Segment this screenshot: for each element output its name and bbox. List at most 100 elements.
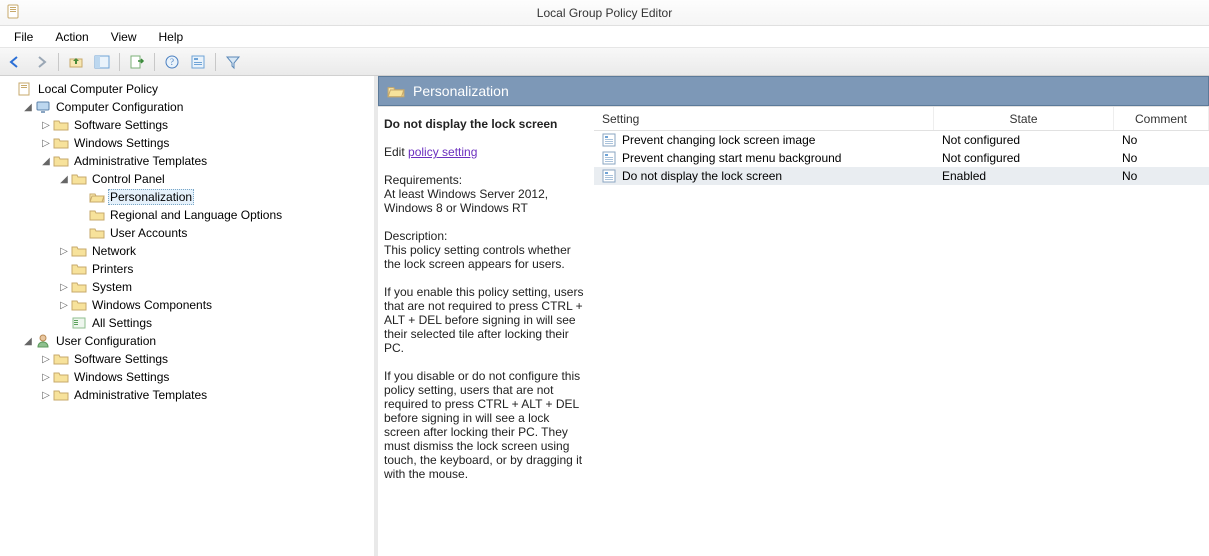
description-paragraph: If you enable this policy setting, users… (384, 285, 584, 355)
folder-open-icon (89, 189, 105, 205)
properties-button[interactable] (187, 51, 209, 73)
expand-icon[interactable]: ▷ (58, 245, 70, 257)
content-title: Personalization (413, 83, 509, 99)
menu-action[interactable]: Action (45, 28, 98, 46)
tree-label: Software Settings (72, 352, 170, 366)
folder-icon (71, 171, 87, 187)
tree-windows-settings[interactable]: ▷ Windows Settings (40, 134, 374, 152)
folder-icon (89, 207, 105, 223)
window-title: Local Group Policy Editor (537, 6, 672, 20)
tree-uc-admin-templates[interactable]: ▷ Administrative Templates (40, 386, 374, 404)
expand-icon[interactable]: ▷ (40, 119, 52, 131)
tree-label: Local Computer Policy (36, 82, 160, 96)
expand-icon[interactable]: ▷ (40, 137, 52, 149)
tree-label: Network (90, 244, 138, 258)
tree-label: Control Panel (90, 172, 167, 186)
settings-list: Setting State Comment Prevent changing l… (594, 107, 1209, 556)
tree-software-settings[interactable]: ▷ Software Settings (40, 116, 374, 134)
setting-name: Do not display the lock screen (622, 169, 782, 183)
back-button[interactable] (4, 51, 26, 73)
setting-state: Not configured (934, 133, 1114, 147)
tree-all-settings[interactable]: All Settings (58, 314, 374, 332)
tree-label: Administrative Templates (72, 388, 209, 402)
folder-icon (71, 297, 87, 313)
folder-icon (53, 153, 69, 169)
expand-icon[interactable]: ▷ (58, 281, 70, 293)
column-state[interactable]: State (934, 107, 1114, 130)
column-setting[interactable]: Setting (594, 107, 934, 130)
forward-button[interactable] (30, 51, 52, 73)
list-header: Setting State Comment (594, 107, 1209, 131)
setting-comment: No (1114, 133, 1209, 147)
tree-root[interactable]: Local Computer Policy (4, 80, 374, 98)
menu-file[interactable]: File (4, 28, 43, 46)
tree-label: Windows Settings (72, 370, 171, 384)
up-level-button[interactable] (65, 51, 87, 73)
tree-label: System (90, 280, 134, 294)
setting-state: Not configured (934, 151, 1114, 165)
tree-label: Computer Configuration (54, 100, 185, 114)
tree-uc-software-settings[interactable]: ▷ Software Settings (40, 350, 374, 368)
tree-user-configuration[interactable]: ◢User Configuration (22, 332, 374, 350)
tree-system[interactable]: ▷ System (58, 278, 374, 296)
tree-windows-components[interactable]: ▷ Windows Components (58, 296, 374, 314)
tree-uc-windows-settings[interactable]: ▷ Windows Settings (40, 368, 374, 386)
svg-text:?: ? (170, 57, 174, 67)
description-column: Do not display the lock screen Edit poli… (378, 107, 594, 556)
menu-help[interactable]: Help (149, 28, 194, 46)
menu-view[interactable]: View (101, 28, 147, 46)
tree-control-panel[interactable]: ◢ Control Panel (58, 170, 374, 188)
tree-label: Administrative Templates (72, 154, 209, 168)
expand-icon[interactable]: ▷ (40, 353, 52, 365)
toolbar-separator (154, 53, 155, 71)
folder-icon (53, 351, 69, 367)
expand-icon[interactable] (4, 83, 16, 95)
tree-personalization[interactable]: Personalization (76, 188, 374, 206)
description-paragraph: If you disable or do not configure this … (384, 369, 584, 481)
setting-row[interactable]: Prevent changing start menu backgroundNo… (594, 149, 1209, 167)
toolbar: ? (0, 48, 1209, 76)
edit-line: Edit policy setting (384, 145, 584, 159)
setting-row[interactable]: Do not display the lock screenEnabledNo (594, 167, 1209, 185)
settings-list-icon (71, 315, 87, 331)
folder-icon (89, 225, 105, 241)
tree-pane[interactable]: Local Computer Policy ◢ Computer Configu… (0, 76, 378, 556)
requirements-heading: Requirements: (384, 173, 584, 187)
menu-bar: File Action View Help (0, 26, 1209, 48)
setting-item-icon (602, 133, 616, 147)
expand-icon[interactable]: ▷ (40, 371, 52, 383)
folder-icon (71, 243, 87, 259)
expand-icon[interactable]: ▷ (40, 389, 52, 401)
tree-regional-language[interactable]: Regional and Language Options (76, 206, 374, 224)
expand-icon[interactable]: ▷ (58, 299, 70, 311)
tree-label: Windows Settings (72, 136, 171, 150)
collapse-icon[interactable]: ◢ (40, 155, 52, 167)
tree-label: All Settings (90, 316, 154, 330)
export-list-button[interactable] (126, 51, 148, 73)
tree-admin-templates[interactable]: ◢ Administrative Templates (40, 152, 374, 170)
tree-network[interactable]: ▷ Network (58, 242, 374, 260)
tree-label: Windows Components (90, 298, 214, 312)
tree-label: Regional and Language Options (108, 208, 284, 222)
tree-label: Software Settings (72, 118, 170, 132)
filter-button[interactable] (222, 51, 244, 73)
title-bar: Local Group Policy Editor (0, 0, 1209, 26)
content-pane: Personalization Do not display the lock … (378, 76, 1209, 556)
tree-user-accounts[interactable]: User Accounts (76, 224, 374, 242)
collapse-icon[interactable]: ◢ (58, 173, 70, 185)
collapse-icon[interactable]: ◢ (22, 335, 34, 347)
show-hide-tree-button[interactable] (91, 51, 113, 73)
tree-label: Personalization (108, 189, 194, 205)
help-button[interactable]: ? (161, 51, 183, 73)
tree-printers[interactable]: Printers (58, 260, 374, 278)
user-icon (35, 333, 51, 349)
edit-policy-link[interactable]: policy setting (408, 145, 477, 159)
collapse-icon[interactable]: ◢ (22, 101, 34, 113)
toolbar-separator (58, 53, 59, 71)
description-heading: Description: (384, 229, 584, 243)
setting-row[interactable]: Prevent changing lock screen imageNot co… (594, 131, 1209, 149)
tree-computer-configuration[interactable]: ◢ Computer Configuration (22, 98, 374, 116)
selected-setting-name: Do not display the lock screen (384, 117, 584, 131)
folder-open-icon (387, 82, 405, 100)
column-comment[interactable]: Comment (1114, 107, 1209, 130)
